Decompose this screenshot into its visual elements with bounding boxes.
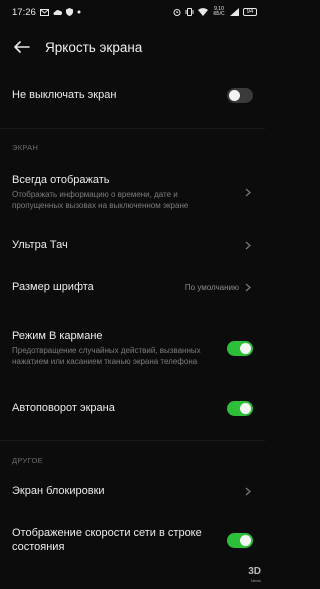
cloud-icon xyxy=(53,9,62,16)
ultra-touch-label: Ультра Тач xyxy=(12,239,68,251)
always-on-display-description: Отображать информацию о времени, дате и … xyxy=(12,190,189,210)
battery-icon: 94 xyxy=(243,8,257,16)
pocket-mode-description: Предотвращение случайных действий, вызва… xyxy=(12,346,201,366)
network-speed-label: Отображение скорости сети в строке состо… xyxy=(12,527,202,553)
font-size-label: Размер шрифта xyxy=(12,281,94,293)
chevron-right-icon xyxy=(245,283,253,292)
back-arrow-icon[interactable] xyxy=(12,37,32,57)
font-size-row[interactable]: Размер шрифта По умолчанию xyxy=(0,274,265,300)
lock-screen-label: Экран блокировки xyxy=(12,485,105,497)
chevron-right-icon xyxy=(245,487,253,496)
network-speed: 9,10 КБ/С xyxy=(213,6,225,17)
pocket-mode-row[interactable]: Режим В кармане Предотвращение случайных… xyxy=(0,320,265,376)
keep-screen-on-toggle[interactable] xyxy=(227,87,253,103)
section-header-other: ДРУГОЕ xyxy=(12,456,43,465)
wifi-icon xyxy=(198,8,208,16)
divider xyxy=(0,128,265,129)
signal-icon xyxy=(230,8,239,16)
keep-screen-on-row[interactable]: Не выключать экран xyxy=(0,80,265,110)
network-speed-row[interactable]: Отображение скорости сети в строке состо… xyxy=(0,523,265,557)
always-on-display-label: Всегда отображать xyxy=(12,174,110,186)
alarm-icon xyxy=(173,8,181,16)
always-on-display-row[interactable]: Всегда отображать Отображать информацию … xyxy=(0,166,265,218)
network-speed-toggle[interactable] xyxy=(227,532,253,548)
shield-icon xyxy=(65,8,73,16)
section-header-screen: ЭКРАН xyxy=(12,143,39,152)
watermark-logo: 3D News xyxy=(248,566,261,584)
auto-rotate-row[interactable]: Автоповорот экрана xyxy=(0,395,265,421)
keep-screen-on-label: Не выключать экран xyxy=(12,89,117,101)
page-title: Яркость экрана xyxy=(45,39,143,55)
chevron-right-icon xyxy=(245,241,253,250)
vibrate-icon xyxy=(185,8,194,16)
pocket-mode-label: Режим В кармане xyxy=(12,330,103,342)
ultra-touch-row[interactable]: Ультра Тач xyxy=(0,232,265,258)
status-bar: 17:26 9,10 КБ/С 94 xyxy=(0,0,265,24)
gmail-icon xyxy=(39,8,49,16)
auto-rotate-label: Автоповорот экрана xyxy=(12,402,115,414)
dot-icon xyxy=(77,10,81,14)
font-size-value: По умолчанию xyxy=(184,282,239,292)
divider xyxy=(0,440,265,441)
chevron-right-icon xyxy=(245,188,253,197)
status-time: 17:26 xyxy=(12,6,36,18)
app-header: Яркость экрана xyxy=(0,24,265,70)
lock-screen-row[interactable]: Экран блокировки xyxy=(0,478,265,504)
auto-rotate-toggle[interactable] xyxy=(227,400,253,416)
pocket-mode-toggle[interactable] xyxy=(227,340,253,356)
